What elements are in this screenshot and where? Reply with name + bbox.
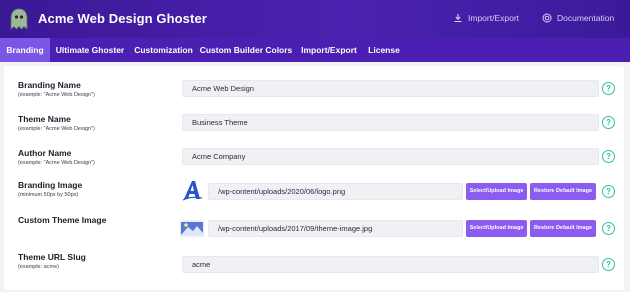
tab-customization[interactable]: Customization — [130, 38, 197, 62]
help-icon[interactable]: ? — [602, 116, 615, 129]
theme-name-label: Theme Name — [18, 114, 71, 124]
branding-logo-thumbnail — [182, 181, 203, 201]
help-icon[interactable]: ? — [602, 185, 615, 198]
branding-name-row: Branding Name (example: "Acme Web Design… — [4, 80, 624, 114]
custom-theme-image-label: Custom Theme Image — [18, 215, 107, 225]
app-title: Acme Web Design Ghoster — [38, 11, 207, 26]
theme-url-slug-label: Theme URL Slug — [18, 252, 86, 262]
select-upload-image-button[interactable]: Select/Upload Image — [466, 183, 527, 200]
branding-name-label: Branding Name — [18, 80, 81, 90]
branding-settings-panel: Branding Name (example: "Acme Web Design… — [4, 66, 624, 290]
theme-url-slug-row: Theme URL Slug (example: acme) acme ? — [4, 252, 624, 286]
restore-default-image-button[interactable]: Restore Default Image — [530, 220, 596, 237]
tab-bar: Branding Ultimate Ghoster Customization … — [0, 38, 630, 62]
theme-image-path-input[interactable]: /wp-content/uploads/2017/09/theme-image.… — [208, 220, 463, 237]
theme-name-label-group: Theme Name (example: "Acme Web Design") — [18, 114, 95, 132]
theme-image-thumbnail — [180, 220, 204, 237]
branding-name-label-group: Branding Name (example: "Acme Web Design… — [18, 80, 95, 98]
author-name-hint: (example: "Acme Web Design") — [18, 160, 95, 166]
branding-image-row: Branding Image (minimum 50px by 50px) /w… — [4, 180, 624, 214]
tab-custom-builder-colors[interactable]: Custom Builder Colors — [197, 38, 295, 62]
author-name-input[interactable]: Acme Company — [182, 148, 599, 165]
lifebuoy-icon — [542, 13, 552, 23]
branding-name-hint: (example: "Acme Web Design") — [18, 92, 95, 98]
import-export-link[interactable]: Import/Export — [453, 13, 519, 23]
theme-name-hint: (example: "Acme Web Design") — [18, 126, 95, 132]
tab-ultimate-ghoster[interactable]: Ultimate Ghoster — [50, 38, 130, 62]
branding-image-label-group: Branding Image (minimum 50px by 50px) — [18, 180, 82, 198]
theme-name-input[interactable]: Business Theme — [182, 114, 599, 131]
branding-image-label: Branding Image — [18, 180, 83, 190]
tab-branding[interactable]: Branding — [0, 38, 50, 62]
tab-license[interactable]: License — [363, 38, 405, 62]
branding-image-path-input[interactable]: /wp-content/uploads/2020/06/logo.png — [208, 183, 463, 200]
help-icon[interactable]: ? — [602, 222, 615, 235]
theme-name-row: Theme Name (example: "Acme Web Design") … — [4, 114, 624, 148]
restore-default-image-button[interactable]: Restore Default Image — [530, 183, 596, 200]
author-name-label-group: Author Name (example: "Acme Web Design") — [18, 148, 95, 166]
author-name-label: Author Name — [18, 148, 72, 158]
documentation-label: Documentation — [557, 13, 615, 23]
theme-url-slug-input[interactable]: acme — [182, 256, 599, 273]
documentation-link[interactable]: Documentation — [542, 13, 614, 23]
help-icon[interactable]: ? — [602, 82, 615, 95]
help-icon[interactable]: ? — [602, 150, 615, 163]
branding-image-hint: (minimum 50px by 50px) — [18, 192, 79, 198]
download-icon — [454, 14, 462, 23]
author-name-row: Author Name (example: "Acme Web Design")… — [4, 148, 624, 182]
tab-import-export[interactable]: Import/Export — [295, 38, 363, 62]
ghost-logo-icon — [10, 8, 28, 30]
theme-url-slug-hint: (example: acme) — [18, 264, 59, 270]
select-upload-image-button[interactable]: Select/Upload Image — [466, 220, 527, 237]
custom-theme-image-label-group: Custom Theme Image — [18, 215, 106, 225]
help-icon[interactable]: ? — [602, 258, 615, 271]
branding-name-input[interactable]: Acme Web Design — [182, 80, 599, 97]
top-bar: Acme Web Design Ghoster Import/Export Do… — [0, 0, 630, 38]
custom-theme-image-row: Custom Theme Image /wp-content/uploads/2… — [4, 215, 624, 249]
theme-url-slug-label-group: Theme URL Slug (example: acme) — [18, 252, 86, 270]
import-export-label: Import/Export — [468, 13, 520, 23]
